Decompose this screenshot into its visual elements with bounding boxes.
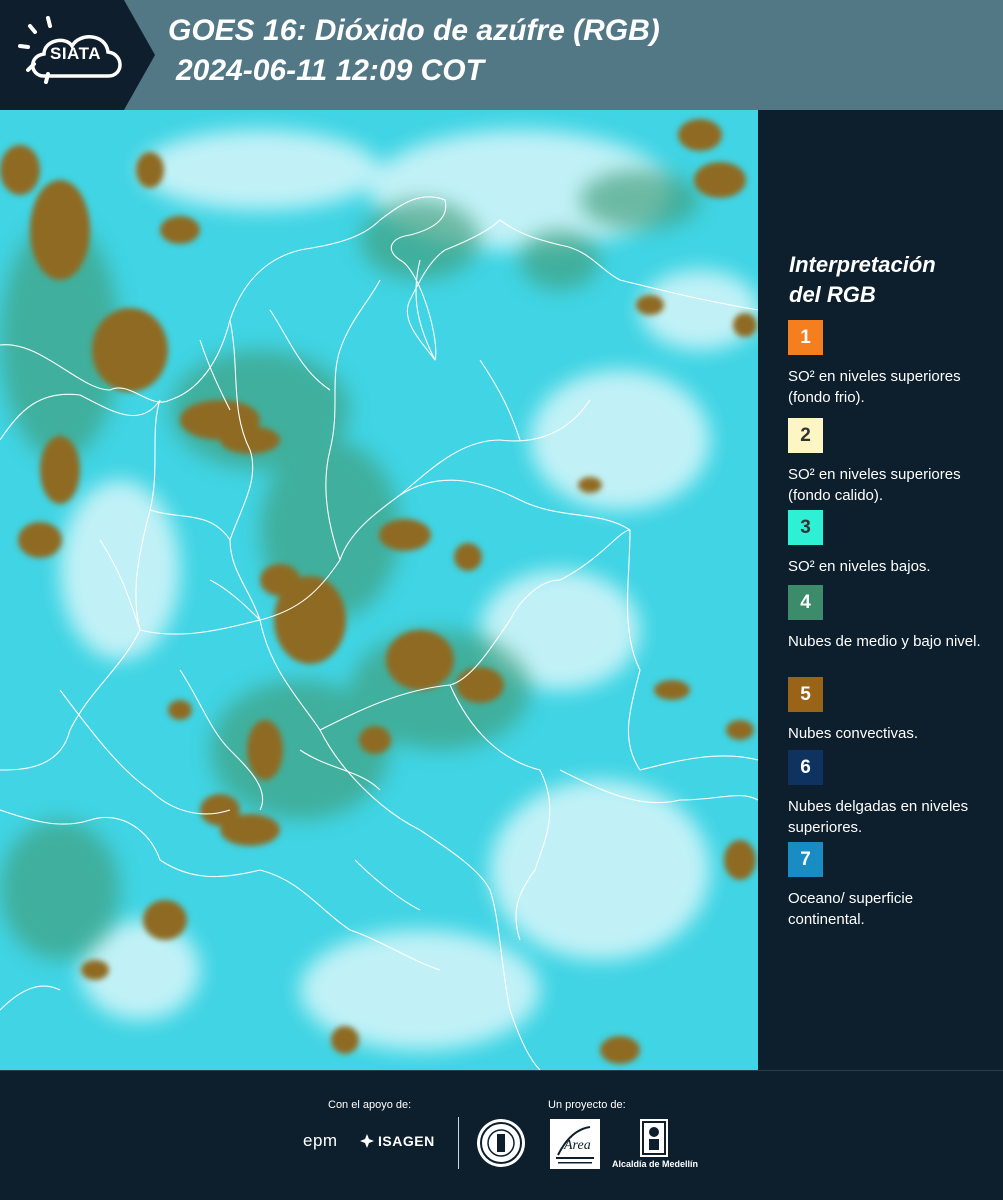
page-timestamp: 2024-06-11 12:09 COT [176, 54, 484, 87]
isagen-mark-icon [360, 1134, 374, 1148]
epm-logo: epm [303, 1131, 338, 1150]
medellin-seal-icon [477, 1119, 525, 1167]
alcaldia-shield-icon [640, 1119, 668, 1157]
legend-swatch: 3 [788, 510, 823, 545]
satellite-map[interactable] [0, 110, 758, 1070]
legend-label: Nubes delgadas en niveles superiores. [788, 798, 969, 836]
legend-label: Oceano/ superficie continental. [788, 890, 914, 928]
legend-item-1: 1 SO² en niveles superiores (fondo frio)… [788, 320, 988, 408]
legend-item-6: 6 Nubes delgadas en niveles superiores. [788, 750, 988, 838]
legend-title-line1: Interpretación [789, 252, 936, 277]
alcaldia-text: Alcaldía de Medellín [612, 1159, 699, 1169]
legend-title-line2: del RGB [789, 282, 876, 307]
footer: Con el apoyo de: Un proyecto de: epm ISA… [0, 1070, 1003, 1200]
legend-swatch: 2 [788, 418, 823, 453]
legend-swatch: 4 [788, 585, 823, 620]
project-label: Un proyecto de: [548, 1099, 626, 1111]
area-metropolitana-logo: Área [550, 1119, 600, 1169]
legend-label: Nubes de medio y bajo nivel. [788, 633, 981, 650]
legend-swatch: 5 [788, 677, 823, 712]
legend-label: SO² en niveles superiores (fondo calido)… [788, 466, 961, 504]
legend-swatch: 7 [788, 842, 823, 877]
legend-item-2: 2 SO² en niveles superiores (fondo calid… [788, 418, 988, 506]
isagen-logo: ISAGEN [360, 1133, 435, 1149]
legend-item-3: 3 SO² en niveles bajos. [788, 510, 988, 577]
legend-item-5: 5 Nubes convectivas. [788, 677, 988, 744]
page-title: GOES 16: Dióxido de azúfre (RGB) [168, 14, 660, 47]
siata-logo: SIATA [0, 0, 155, 110]
siata-logo-text: SIATA [50, 44, 101, 63]
svg-text:Área: Área [563, 1136, 591, 1153]
header-bar: SIATA GOES 16: Dióxido de azúfre (RGB) 2… [0, 0, 1003, 110]
legend-item-7: 7 Oceano/ superficie continental. [788, 842, 988, 930]
legend-title: Interpretación del RGB [789, 250, 989, 310]
footer-divider [458, 1117, 459, 1169]
legend-panel: Interpretación del RGB 1 SO² en niveles … [758, 110, 1003, 1070]
isagen-logo-text: ISAGEN [378, 1133, 435, 1149]
legend-label: Nubes convectivas. [788, 725, 919, 742]
legend-swatch: 6 [788, 750, 823, 785]
legend-label: SO² en niveles bajos. [788, 558, 931, 575]
legend-label: SO² en niveles superiores (fondo frio). [788, 368, 961, 406]
support-label: Con el apoyo de: [328, 1099, 412, 1111]
legend-swatch: 1 [788, 320, 823, 355]
legend-item-4: 4 Nubes de medio y bajo nivel. [788, 585, 988, 652]
